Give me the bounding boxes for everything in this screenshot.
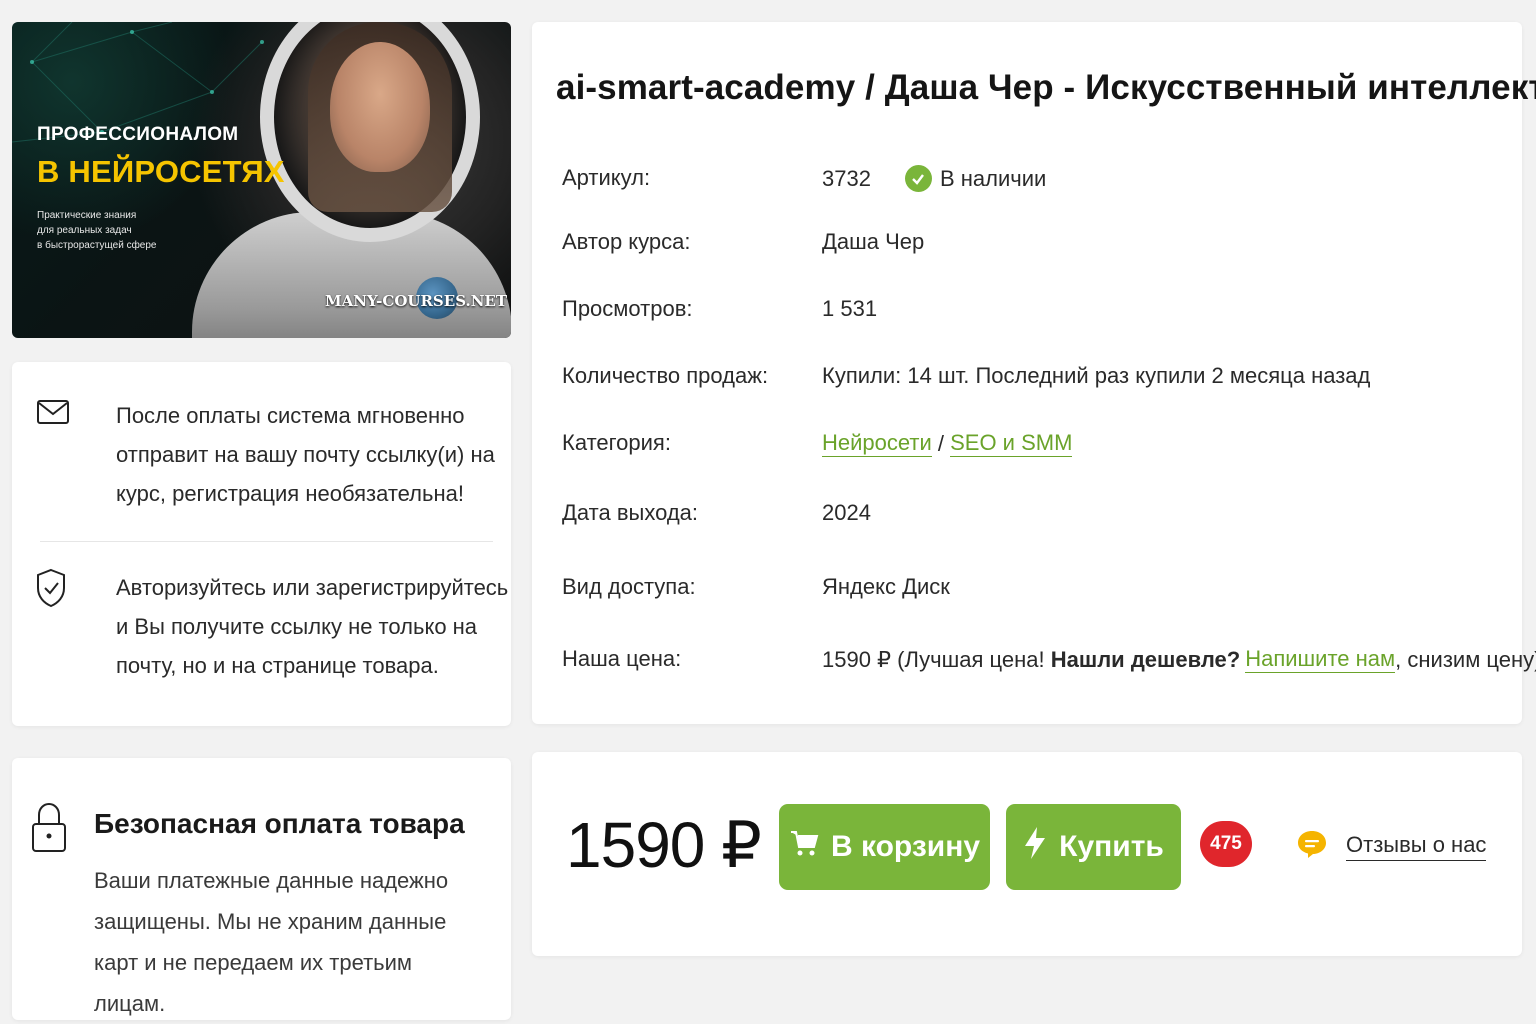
buy-now-button[interactable]: Купить xyxy=(1006,804,1181,890)
add-to-cart-button[interactable]: В корзину xyxy=(779,804,990,890)
delivery-auth-text: Авторизуйтесь или зарегистрируйтесь и Вы… xyxy=(116,575,509,678)
access-value: Яндекс Диск xyxy=(822,574,950,599)
release-value: 2024 xyxy=(822,500,871,525)
category-label: Категория: xyxy=(562,430,671,455)
chat-bubble-icon xyxy=(1296,828,1328,865)
price-value: 1590 ₽ (Лучшая цена! xyxy=(822,646,1051,672)
article-label: Артикул: xyxy=(562,165,651,190)
price-suffix: , снизим цену) xyxy=(1395,646,1536,672)
mail-icon xyxy=(36,396,76,513)
add-to-cart-label: В корзину xyxy=(830,830,981,863)
shield-check-icon xyxy=(36,568,76,685)
buy-now-label: Купить xyxy=(1059,830,1164,863)
category-separator: / xyxy=(931,430,951,456)
views-label: Просмотров: xyxy=(562,296,693,321)
course-banner-image: ПРОФЕССИОНАЛОМ В НЕЙРОСЕТЯХ Практические… xyxy=(12,22,511,338)
category-link-seo[interactable]: SEO и SMM xyxy=(950,430,1073,457)
release-label: Дата выхода: xyxy=(562,500,699,525)
banner-headline-1: ПРОФЕССИОНАЛОМ xyxy=(37,124,239,145)
secure-payment-text: Ваши платежные данные надежно защищены. … xyxy=(94,868,449,1016)
reviews-label: Отзывы о нас xyxy=(1346,832,1487,861)
category-link-neural[interactable]: Нейросети xyxy=(822,430,932,457)
lightning-icon xyxy=(1023,826,1047,868)
banner-subtext-2: для реальных задач xyxy=(37,225,132,236)
access-label: Вид доступа: xyxy=(562,574,696,599)
product-title: ai-smart-academy / Даша Чер - Искусствен… xyxy=(556,68,1536,107)
author-value: Даша Чер xyxy=(822,229,925,254)
sales-label: Количество продаж: xyxy=(562,363,769,388)
banner-subtext: Практические знания для реальных задач в… xyxy=(37,208,237,253)
divider xyxy=(40,541,493,542)
reviews-count-badge: 475 xyxy=(1200,821,1252,867)
stock-status: В наличии xyxy=(939,165,1047,191)
reviews-link[interactable]: Отзывы о нас xyxy=(1296,828,1487,865)
contact-us-link[interactable]: Напишите нам xyxy=(1245,646,1396,673)
delivery-email-text: После оплаты система мгновенно отправит … xyxy=(116,403,495,506)
banner-headline-2: В НЕЙРОСЕТЯХ xyxy=(37,154,285,189)
banner-watermark: MANY-COURSES.NET xyxy=(325,292,508,310)
delivery-email-item: После оплаты система мгновенно отправит … xyxy=(36,396,516,513)
face-portrait xyxy=(330,42,430,172)
lock-icon xyxy=(30,802,68,859)
buy-price: 1590 ₽ xyxy=(566,809,762,881)
price-label: Наша цена: xyxy=(562,646,682,671)
delivery-auth-item: Авторизуйтесь или зарегистрируйтесь и Вы… xyxy=(36,568,516,685)
sales-value: Купили: 14 шт. Последний раз купили 2 ме… xyxy=(822,363,1371,388)
author-label: Автор курса: xyxy=(562,229,691,254)
banner-subtext-1: Практические знания xyxy=(37,210,137,221)
secure-payment-title: Безопасная оплата товара xyxy=(94,808,465,839)
article-value: 3732 xyxy=(822,165,871,191)
check-circle-icon xyxy=(904,165,932,192)
cheaper-text: Нашли дешевле? xyxy=(1050,646,1241,672)
banner-subtext-3: в быстрорастущей сфере xyxy=(37,240,157,251)
cart-icon xyxy=(789,828,819,866)
delivery-info-card: После оплаты система мгновенно отправит … xyxy=(12,362,511,726)
views-value: 1 531 xyxy=(822,296,878,321)
